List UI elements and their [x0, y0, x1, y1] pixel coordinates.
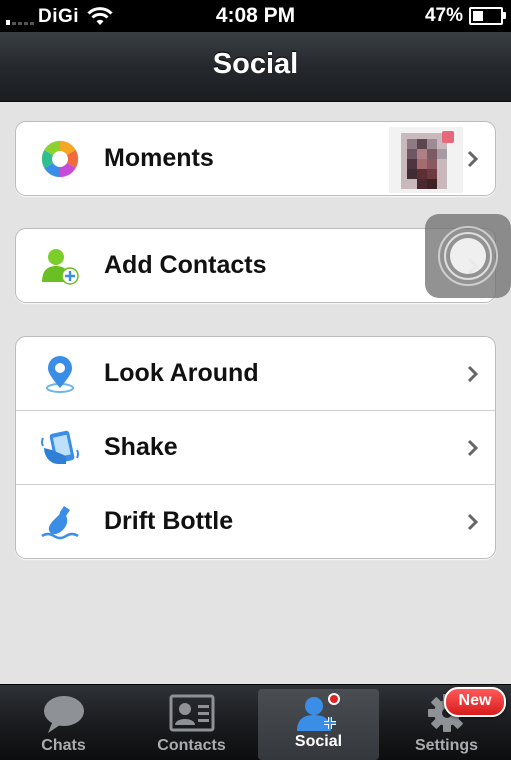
battery-percent: 47%: [424, 5, 463, 26]
status-bar: DiGi 4:08 PM 47%: [0, 0, 511, 32]
add-contact-icon: [42, 249, 79, 285]
moments-label: Moments: [104, 144, 214, 172]
add-contacts-row[interactable]: Add Contacts: [16, 229, 495, 302]
moments-aperture-icon: [41, 140, 79, 178]
location-pin-icon: [46, 356, 74, 393]
shake-phone-icon: [41, 430, 79, 464]
tab-chats[interactable]: Chats: [0, 685, 127, 760]
assistive-touch-button[interactable]: [425, 214, 511, 298]
social-add-user-icon: [297, 693, 340, 731]
shake-row[interactable]: Shake: [16, 410, 495, 484]
contact-card-icon: [169, 694, 215, 732]
tab-bar: Chats Contacts Social Settings: [0, 684, 511, 760]
tab-settings-label: Settings: [414, 737, 479, 754]
add-contacts-group: Add Contacts: [15, 228, 496, 303]
drift-bottle-label: Drift Bottle: [104, 507, 234, 535]
look-around-row[interactable]: Look Around: [16, 337, 495, 410]
page-title: Social: [212, 48, 299, 80]
tab-social-label: Social: [294, 733, 343, 750]
chevron-right-icon: [467, 513, 479, 531]
battery-icon: [469, 7, 506, 25]
tab-contacts[interactable]: Contacts: [128, 685, 255, 760]
tab-chats-label: Chats: [41, 737, 86, 754]
chevron-right-icon: [467, 150, 479, 168]
add-contacts-label: Add Contacts: [104, 251, 267, 279]
moments-friend-thumbnail: [389, 127, 463, 193]
chat-bubble-icon: [44, 696, 84, 733]
shake-label: Shake: [104, 433, 178, 461]
drift-bottle-row[interactable]: Drift Bottle: [16, 484, 495, 558]
look-around-label: Look Around: [104, 359, 259, 387]
pixelated-photo: [401, 133, 447, 189]
tab-social[interactable]: Social: [258, 689, 379, 760]
new-moment-badge: [442, 131, 454, 143]
moments-row[interactable]: Moments: [16, 122, 495, 195]
navigation-bar: Social: [0, 32, 511, 102]
chevron-right-icon: [467, 365, 479, 383]
chevron-right-icon: [467, 439, 479, 457]
discover-group: Look Around Shake Drift Bottle: [15, 336, 496, 559]
settings-new-badge: New: [444, 687, 506, 717]
tab-contacts-label: Contacts: [157, 737, 226, 754]
drift-bottle-icon: [41, 506, 79, 540]
moments-group: Moments: [15, 121, 496, 196]
